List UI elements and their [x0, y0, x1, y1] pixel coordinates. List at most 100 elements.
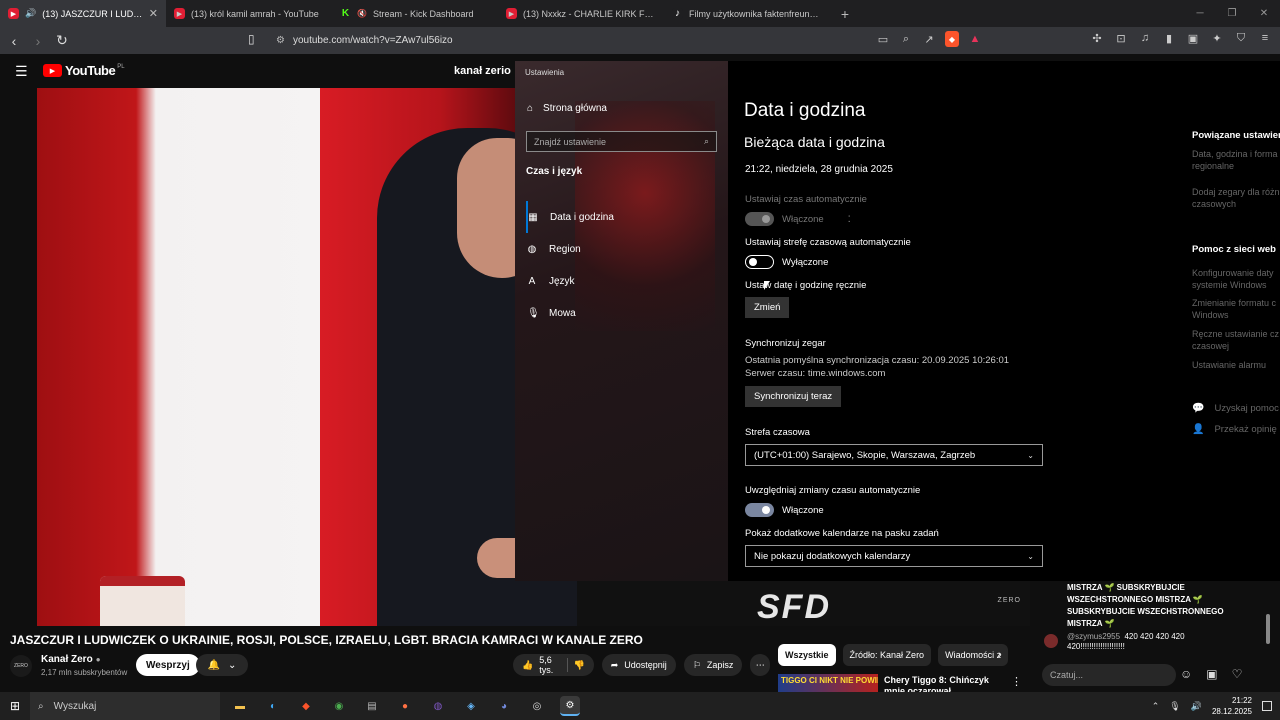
browser-app-icon[interactable]: ◍ [428, 696, 448, 716]
youtube-logo[interactable]: ▶ YouTube PL [43, 63, 125, 78]
support-button[interactable]: Wesprzyj [136, 654, 200, 676]
settings-nav-region[interactable]: ◍ Region [526, 233, 726, 265]
chrome-icon[interactable]: ◉ [329, 696, 349, 716]
search-query[interactable]: kanał zerio [442, 60, 523, 82]
heart-icon[interactable]: ♡ [1232, 667, 1243, 681]
settings-nav-speech[interactable]: 🎙 Mowa [526, 297, 726, 329]
extensions-icon[interactable]: ✣ [1090, 31, 1104, 45]
vpn-icon[interactable]: ⛉ [1234, 31, 1248, 45]
help-link[interactable]: Konfigurowanie daty systemie Windows [1192, 267, 1280, 291]
bookmark-icon[interactable]: ▯ [248, 32, 255, 46]
windows-start-icon[interactable]: ⊞ [0, 692, 30, 720]
channel-name-text[interactable]: Kanał Zero [41, 654, 93, 665]
site-info-icon[interactable]: ⚙ [276, 35, 285, 46]
zoom-icon[interactable]: ⌕ [899, 31, 913, 47]
edge-icon[interactable]: ◐ [263, 696, 283, 716]
notification-icon[interactable] [1262, 701, 1272, 711]
settings-gear-icon[interactable]: ⚙ [560, 696, 580, 716]
channel-avatar[interactable]: ZERO [10, 655, 32, 677]
chevron-up-icon[interactable]: ⌃ [1152, 701, 1160, 712]
help-link[interactable]: Ustawianie alarmu [1192, 359, 1280, 371]
close-window-icon[interactable]: ✕ [1248, 0, 1280, 27]
help-link[interactable]: Zmienianie formatu c Windows [1192, 297, 1280, 321]
minimize-icon[interactable]: ─ [1184, 0, 1216, 27]
taskbar-clock[interactable]: 21:22 28.12.2025 [1212, 695, 1252, 717]
speaker-icon[interactable]: 🔊 [25, 8, 36, 19]
browser-tab[interactable]: K 🔇 Stream - Kick Dashboard [332, 0, 498, 27]
save-button[interactable]: ⚐ Zapisz [683, 654, 743, 676]
back-icon[interactable]: ‹ [4, 33, 24, 49]
microphone-icon[interactable]: 🎙 [1169, 701, 1180, 712]
related-link[interactable]: Dodaj zegary dla różn czasowych [1192, 186, 1280, 210]
app-icon[interactable]: ▤ [362, 696, 382, 716]
thumbs-down-icon[interactable]: 👎 [574, 660, 585, 671]
url-text[interactable]: youtube.com/watch?v=ZAw7ul56izo [293, 35, 453, 46]
timezone-select[interactable]: (UTC+01:00) Sarajewo, Skopie, Warszawa, … [745, 444, 1043, 466]
search-placeholder: Znajdź ustawienie [534, 136, 607, 147]
discord-icon[interactable]: ◕ [494, 696, 514, 716]
auto-time-toggle[interactable] [745, 212, 774, 226]
more-vertical-icon[interactable]: ⋮ [1011, 675, 1022, 688]
share-button[interactable]: ➦ Udostępnij [601, 654, 676, 676]
brave-rewards-icon[interactable]: ▲ [968, 31, 982, 47]
media-icon[interactable]: ♫ [1138, 31, 1152, 45]
muted-icon[interactable]: 🔇 [357, 9, 367, 18]
emoji-icon[interactable]: ☺ [1180, 667, 1192, 681]
chat-username[interactable]: @szymus2955 [1067, 632, 1120, 641]
recommended-video[interactable]: TIGGO CI NIKT NIE POWIE Chery Tiggo 8: C… [778, 674, 1023, 692]
hamburger-menu-icon[interactable]: ☰ [15, 63, 28, 80]
browser-tab[interactable]: ▶ (13) król kamil amrah - YouTube [166, 0, 332, 27]
channel-name[interactable]: Kanał Zero ● [41, 654, 101, 665]
wallet-icon[interactable]: ▣ [1186, 31, 1200, 45]
notifications-button[interactable]: 🔔 ⌄ [196, 654, 248, 676]
feedback-link[interactable]: 👤 Przekaż opinię [1192, 424, 1277, 435]
thumbs-up-icon[interactable]: 👍 [522, 660, 533, 671]
super-chat-icon[interactable]: ▣ [1206, 667, 1217, 681]
chip-all[interactable]: Wszystkie [778, 644, 836, 666]
brave-icon[interactable]: ◆ [296, 696, 316, 716]
leo-ai-icon[interactable]: ✦ [1210, 31, 1224, 45]
dst-toggle[interactable] [745, 503, 774, 517]
reload-icon[interactable]: ↻ [52, 32, 72, 49]
restore-icon[interactable]: ❐ [1216, 0, 1248, 27]
recommended-thumbnail[interactable]: TIGGO CI NIKT NIE POWIE [778, 674, 878, 692]
more-actions-button[interactable]: ⋯ [750, 654, 770, 676]
chat-input[interactable]: Czatuj... [1042, 664, 1176, 686]
taskbar-search[interactable]: ⌕ Wyszukaj [30, 692, 220, 720]
screenshot-icon[interactable]: ⊡ [1114, 31, 1128, 45]
auto-timezone-toggle[interactable] [745, 255, 774, 269]
recommended-title[interactable]: Chery Tiggo 8: Chińczyk mnie oczarował [884, 675, 999, 692]
change-button[interactable]: Zmień [745, 297, 790, 318]
chevron-right-icon[interactable]: › [998, 649, 1002, 661]
file-explorer-icon[interactable]: ▬ [230, 696, 250, 716]
settings-nav-date-time[interactable]: ▦ Data i godzina [526, 201, 726, 233]
browser-tab[interactable]: ♪ Filmy użytkownika faktenfreundlich [664, 0, 830, 27]
calendars-select[interactable]: Nie pokazuj dodatkowych kalendarzy ⌄ [745, 545, 1043, 567]
get-help-link[interactable]: 💬 Uzyskaj pomoc [1192, 403, 1279, 414]
settings-nav-language[interactable]: A Język [526, 265, 726, 297]
forward-icon[interactable]: › [28, 33, 48, 49]
chip-source[interactable]: Źródło: Kanał Zero [842, 644, 932, 666]
chat-avatar[interactable] [1044, 634, 1058, 648]
sidebar-icon[interactable]: ▮ [1162, 31, 1176, 45]
settings-search-input[interactable]: Znajdź ustawienie ⌕ [526, 131, 717, 152]
settings-home-link[interactable]: ⌂ Strona główna [527, 103, 607, 114]
new-tab-button[interactable]: + [830, 0, 860, 27]
sync-now-button[interactable]: Synchronizuj teraz [745, 386, 842, 407]
steam-icon[interactable]: ◈ [461, 696, 481, 716]
share-icon[interactable]: ↗ [922, 31, 936, 47]
brave-shields-icon[interactable]: ◆ [945, 31, 959, 47]
help-link[interactable]: Ręczne ustawianie cz czasowej [1192, 328, 1280, 352]
chat-scrollbar[interactable] [1266, 614, 1270, 644]
cast-icon[interactable]: ▭ [876, 31, 890, 47]
menu-icon[interactable]: ≡ [1258, 31, 1272, 45]
browser-tab[interactable]: ▶ (13) Nxxkz - CHARLIE KIRK FUNK (Of [498, 0, 664, 27]
obs-icon[interactable]: ● [395, 696, 415, 716]
browser-tab[interactable]: ▶ 🔊 (13) JASZCZUR I LUDWICZEK ✕ [0, 0, 166, 27]
volume-icon[interactable]: 🔊 [1191, 701, 1202, 712]
close-tab-icon[interactable]: ✕ [149, 7, 158, 20]
url-field[interactable]: ⚙ youtube.com/watch?v=ZAw7ul56izo [276, 31, 866, 50]
related-link[interactable]: Data, godzina i forma regionalne [1192, 148, 1280, 172]
like-dislike-button[interactable]: 👍 5,6 tys. 👎 [513, 654, 594, 676]
app-icon[interactable]: ◎ [527, 696, 547, 716]
